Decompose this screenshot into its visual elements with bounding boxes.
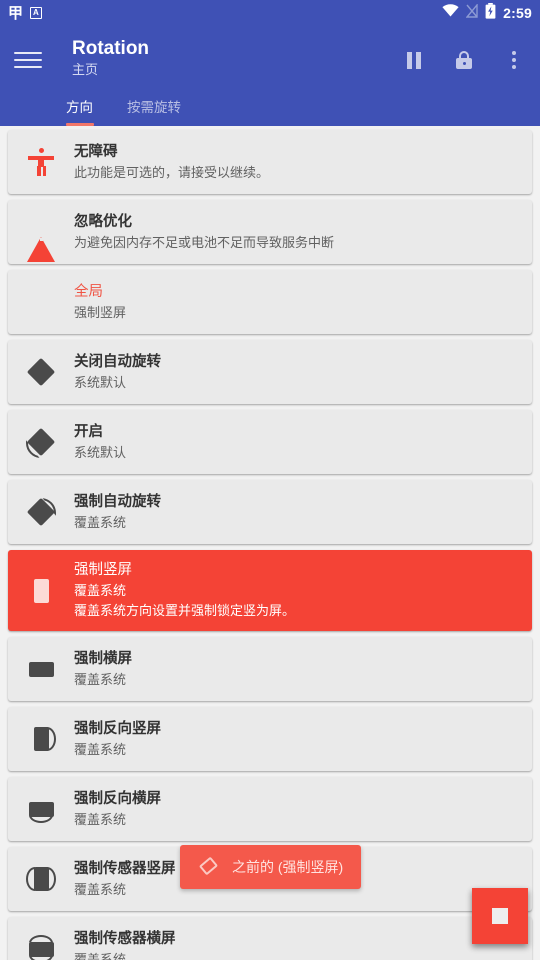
list-item-force-reverse-portrait[interactable]: 强制反向竖屏 覆盖系统 [8, 707, 532, 771]
list-item-title: 忽略优化 [74, 213, 132, 230]
device-sensor-portrait-icon [8, 864, 74, 894]
device-reverse-landscape-icon [8, 794, 74, 824]
list-item-force-landscape[interactable]: 强制横屏 覆盖系统 [8, 637, 532, 701]
list-item-title: 强制横屏 [74, 650, 132, 667]
list-item-force-portrait[interactable]: 强制竖屏 覆盖系统 覆盖系统方向设置并强制锁定竖为屏。 [8, 550, 532, 631]
snackbar-undo-button[interactable]: 之前的 (强制竖屏) [180, 845, 362, 889]
device-landscape-icon [8, 654, 74, 684]
status-bar-left: 甲 A [8, 6, 42, 21]
accessibility-icon [8, 148, 74, 176]
list-item-text: 强制传感器横屏 覆盖系统 [74, 929, 532, 960]
list-item-force-reverse-landscape[interactable]: 强制反向横屏 覆盖系统 [8, 777, 532, 841]
list-item-force-sensor-landscape[interactable]: 强制传感器横屏 覆盖系统 [8, 917, 532, 960]
list-item-text: 强制反向横屏 覆盖系统 [74, 789, 532, 830]
battery-charging-icon [485, 2, 496, 24]
list-item-text: 全局 强制竖屏 [74, 282, 532, 323]
app-bar-titles: Rotation 主页 [72, 38, 149, 79]
list-item-subtitle: 覆盖系统 [74, 951, 127, 960]
hamburger-menu-icon[interactable] [14, 44, 46, 76]
tab-per-app-rotation[interactable]: 按需旋转 [127, 96, 191, 126]
list-item-force-auto-rotate[interactable]: 强制自动旋转 覆盖系统 [8, 480, 532, 544]
signal-off-icon [465, 2, 478, 23]
list-item-text: 关闭自动旋转 系统默认 [74, 352, 532, 393]
list-item-text: 无障碍 此功能是可选的，请接受以继续。 [74, 142, 532, 183]
tab-orientation[interactable]: 方向 [66, 96, 103, 126]
rotation-diamond-arc-right-icon [8, 495, 74, 529]
list-item-subtitle: 强制竖屏 [74, 304, 127, 320]
orientation-list[interactable]: 无障碍 此功能是可选的，请接受以继续。 忽略优化 为避免因内存不足或电池不足而导… [0, 126, 540, 960]
list-item-global[interactable]: 全局 强制竖屏 [8, 270, 532, 334]
warning-triangle-icon [8, 219, 74, 262]
app-bar-row: Rotation 主页 [0, 26, 540, 79]
snackbar-label: 之前的 (强制竖屏) [232, 859, 344, 875]
clock-time: 2:59 [503, 5, 532, 21]
lock-icon [456, 51, 472, 69]
list-item-title: 强制竖屏 [74, 562, 132, 578]
app-root: 甲 A 2:59 Rotation 主页 方向 按需旋转 无障碍 此功能是可选的… [0, 0, 540, 960]
tab-bar: 方向 按需旋转 [0, 92, 540, 126]
list-item-text: 忽略优化 为避免因内存不足或电池不足而导致服务中断 [74, 212, 532, 253]
app-bar: Rotation 主页 方向 按需旋转 [0, 26, 540, 126]
wifi-icon [442, 4, 459, 22]
tab-orientation-label: 方向 [66, 100, 93, 115]
pause-icon [407, 51, 421, 69]
list-item-subtitle: 为避免因内存不足或电池不足而导致服务中断 [74, 234, 335, 250]
app-bar-actions [402, 48, 526, 72]
list-item-title: 全局 [74, 283, 103, 300]
device-reverse-portrait-icon [8, 724, 74, 754]
ime-language-icon: A [30, 7, 42, 19]
list-item-auto-rotate-off[interactable]: 关闭自动旋转 系统默认 [8, 340, 532, 404]
list-item-subtitle: 覆盖系统 [74, 811, 127, 827]
list-item-title: 强制反向竖屏 [74, 720, 161, 737]
page-subtitle: 主页 [72, 62, 99, 77]
bug-icon: 甲 [8, 4, 24, 22]
overflow-menu-button[interactable] [502, 48, 526, 72]
list-item-subtitle: 此功能是可选的，请接受以继续。 [74, 164, 270, 180]
rotation-diamond-icon [8, 355, 74, 389]
list-item-text: 强制竖屏 覆盖系统 覆盖系统方向设置并强制锁定竖为屏。 [74, 560, 532, 621]
list-item-title: 强制传感器横屏 [74, 930, 176, 947]
overflow-menu-icon [512, 51, 516, 69]
rotation-diamond-icon [198, 856, 220, 878]
status-bar-right: 2:59 [442, 2, 532, 24]
stop-square-icon [492, 908, 508, 924]
list-item-subtitle: 覆盖系统 [74, 741, 127, 757]
tab-per-app-rotation-label: 按需旋转 [127, 100, 181, 115]
list-item-title: 强制反向横屏 [74, 790, 161, 807]
status-bar: 甲 A 2:59 [0, 0, 540, 26]
list-item-auto-rotate-on[interactable]: 开启 系统默认 [8, 410, 532, 474]
list-item-title: 无障碍 [74, 143, 118, 160]
list-item-text: 强制反向竖屏 覆盖系统 [74, 719, 532, 760]
stop-service-fab[interactable] [472, 888, 528, 944]
list-item-title: 强制自动旋转 [74, 493, 161, 510]
lock-button[interactable] [452, 48, 476, 72]
list-item-subtitle: 系统默认 [74, 444, 127, 460]
device-portrait-icon [8, 576, 74, 606]
list-item-title: 关闭自动旋转 [74, 353, 161, 370]
device-sensor-landscape-icon [8, 934, 74, 960]
list-item-ignore-optimization[interactable]: 忽略优化 为避免因内存不足或电池不足而导致服务中断 [8, 200, 532, 264]
list-item-description: 覆盖系统方向设置并强制锁定竖为屏。 [74, 603, 296, 618]
page-title: Rotation [72, 38, 150, 59]
list-item-subtitle: 覆盖系统 [74, 514, 127, 530]
list-item-accessibility[interactable]: 无障碍 此功能是可选的，请接受以继续。 [8, 130, 532, 194]
rotation-diamond-arc-left-icon [8, 425, 74, 459]
list-item-text: 强制自动旋转 覆盖系统 [74, 492, 532, 533]
list-item-text: 开启 系统默认 [74, 422, 532, 463]
list-item-subtitle: 覆盖系统 [74, 671, 127, 687]
list-item-subtitle: 系统默认 [74, 374, 127, 390]
list-item-text: 强制横屏 覆盖系统 [74, 649, 532, 690]
pause-button[interactable] [402, 48, 426, 72]
list-item-title: 开启 [74, 423, 103, 440]
list-item-subtitle: 覆盖系统 [74, 583, 127, 598]
